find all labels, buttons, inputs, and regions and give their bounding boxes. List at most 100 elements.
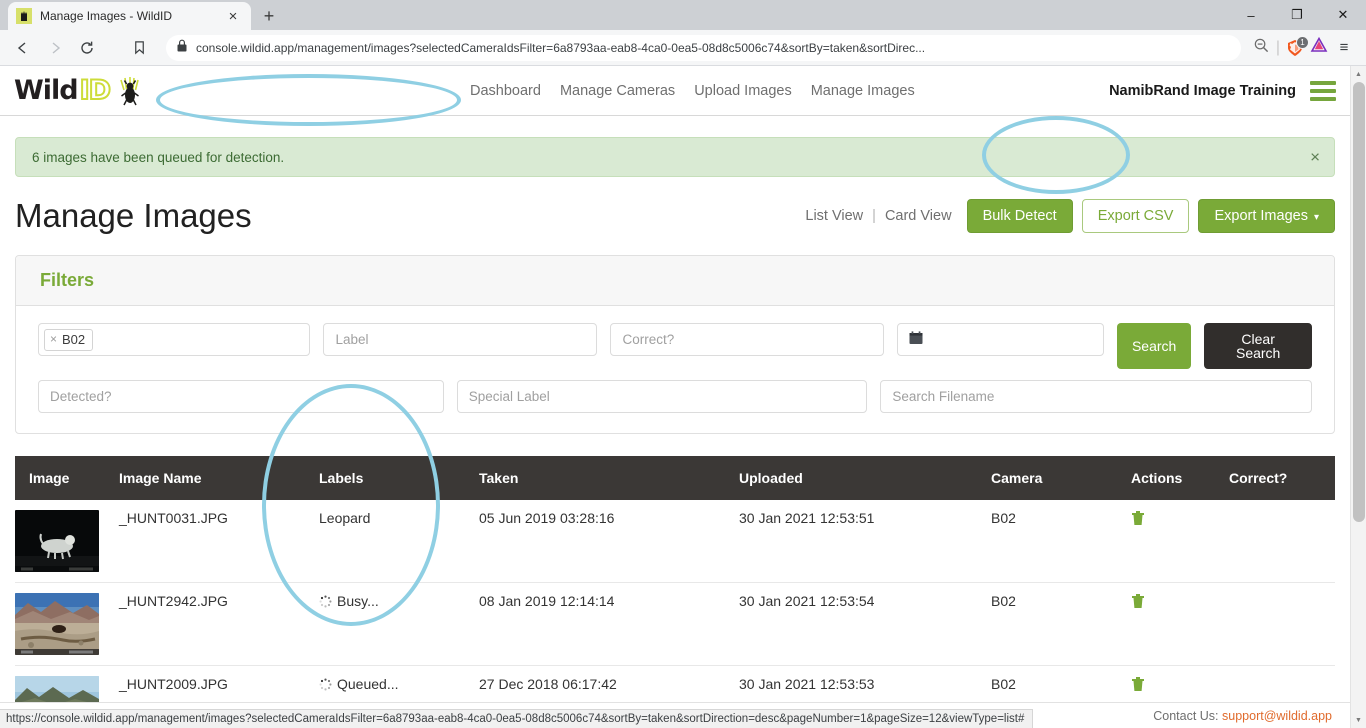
remove-tag-icon[interactable]: ×	[50, 332, 57, 346]
card-view-link[interactable]: Card View	[885, 208, 952, 224]
new-tab-button[interactable]: +	[259, 6, 279, 26]
col-actions: Actions	[1121, 456, 1219, 500]
organization-name: NamibRand Image Training	[1109, 83, 1296, 99]
col-camera[interactable]: Camera	[981, 456, 1121, 500]
view-toggle: List View | Card View	[805, 208, 951, 224]
page-viewport: Wild ID Dashboard Manage Cameras Upload …	[0, 66, 1366, 728]
back-icon[interactable]	[8, 34, 38, 62]
nav-manage-cameras[interactable]: Manage Cameras	[560, 83, 675, 99]
filters-row-2: Detected? Special Label Search Filename	[38, 380, 1312, 413]
col-labels[interactable]: Labels	[309, 456, 469, 500]
scroll-up-arrow-icon[interactable]: ▲	[1351, 66, 1366, 82]
wildid-favicon	[16, 8, 32, 24]
date-filter-input[interactable]	[897, 323, 1104, 356]
search-button[interactable]: Search	[1116, 323, 1192, 369]
logo-id-text: ID	[79, 74, 113, 107]
cell-label-text: Busy...	[337, 593, 379, 609]
browser-menu-icon[interactable]: ≡	[1330, 34, 1358, 62]
browser-window: Manage Images - WildID × + – ❐ ✕ console…	[0, 0, 1366, 728]
correct-filter-placeholder: Correct?	[622, 332, 675, 347]
cell-uploaded: 30 Jan 2021 12:53:54	[729, 582, 981, 666]
clear-search-button[interactable]: Clear Search	[1204, 323, 1312, 369]
cell-label-text: Queued...	[337, 676, 399, 692]
spinner-icon	[319, 678, 332, 691]
detected-filter-input[interactable]: Detected?	[38, 380, 444, 413]
wildid-logo[interactable]: Wild ID	[14, 74, 147, 108]
minimize-button[interactable]: –	[1228, 0, 1274, 30]
cell-image-name[interactable]: _HUNT2942.JPG	[109, 582, 309, 666]
bookmark-icon[interactable]	[124, 34, 154, 62]
logo-wild-text: Wild	[14, 75, 79, 106]
scrollbar-thumb[interactable]	[1353, 82, 1365, 522]
cell-camera: B02	[981, 582, 1121, 666]
scroll-down-arrow-icon[interactable]: ▼	[1351, 712, 1366, 728]
cell-label: Busy...	[309, 582, 469, 666]
url-bar[interactable]: console.wildid.app/management/images?sel…	[166, 34, 1241, 61]
tab-close-icon[interactable]: ×	[223, 6, 243, 26]
browser-tab[interactable]: Manage Images - WildID ×	[8, 2, 251, 30]
alert-message: 6 images have been queued for detection.	[32, 149, 285, 165]
cell-camera: B02	[981, 500, 1121, 583]
hamburger-menu-icon[interactable]	[1310, 81, 1336, 101]
cell-correct	[1219, 582, 1335, 666]
main-navigation: Dashboard Manage Cameras Upload Images M…	[470, 66, 915, 116]
cell-actions	[1121, 582, 1219, 666]
reload-icon[interactable]	[72, 34, 102, 62]
trash-icon[interactable]	[1131, 677, 1145, 696]
thumbnail-night-leopard[interactable]	[15, 510, 99, 572]
trash-icon[interactable]	[1131, 594, 1145, 613]
camera-filter-input[interactable]: × B02	[38, 323, 311, 356]
lock-icon	[176, 39, 188, 57]
shield-count-badge: 1	[1296, 35, 1309, 49]
images-table-header-row: Image Image Name Labels Taken Uploaded C…	[15, 456, 1335, 500]
nav-dashboard[interactable]: Dashboard	[470, 83, 541, 99]
thumbnail-desert-rocks[interactable]	[15, 593, 99, 655]
images-table: Image Image Name Labels Taken Uploaded C…	[15, 456, 1335, 728]
browser-toolbar: console.wildid.app/management/images?sel…	[0, 30, 1366, 66]
cell-image	[15, 500, 109, 583]
alert-banner: 6 images have been queued for detection.…	[15, 137, 1335, 177]
support-email-link[interactable]: support@wildid.app	[1222, 709, 1332, 723]
header-right: NamibRand Image Training	[1109, 66, 1336, 116]
special-label-filter-input[interactable]: Special Label	[456, 380, 868, 413]
forward-icon[interactable]	[40, 34, 70, 62]
correct-filter-input[interactable]: Correct?	[610, 323, 885, 356]
cell-label: Leopard	[309, 500, 469, 583]
nav-upload-images[interactable]: Upload Images	[694, 83, 792, 99]
close-window-button[interactable]: ✕	[1320, 0, 1366, 30]
col-correct[interactable]: Correct?	[1219, 456, 1335, 500]
col-image-name[interactable]: Image Name	[109, 456, 309, 500]
cell-uploaded: 30 Jan 2021 12:53:51	[729, 500, 981, 583]
col-image[interactable]: Image	[15, 456, 109, 500]
trash-icon[interactable]	[1131, 511, 1145, 530]
contact-us: Contact Us: support@wildid.app	[1153, 709, 1332, 723]
export-csv-button[interactable]: Export CSV	[1081, 198, 1190, 234]
label-filter-input[interactable]: Label	[323, 323, 598, 356]
nav-manage-images[interactable]: Manage Images	[811, 83, 915, 99]
page-scrollbar[interactable]: ▲ ▼	[1350, 66, 1366, 728]
chevron-down-icon: ▾	[1313, 211, 1319, 223]
toolbar-extensions: | 1	[1253, 35, 1328, 59]
alert-close-icon[interactable]: ×	[1310, 149, 1320, 166]
col-uploaded[interactable]: Uploaded	[729, 456, 981, 500]
images-table-head: Image Image Name Labels Taken Uploaded C…	[15, 456, 1335, 500]
browser-tab-title: Manage Images - WildID	[40, 9, 173, 23]
filename-search-placeholder: Search Filename	[892, 389, 995, 404]
restore-button[interactable]: ❐	[1274, 0, 1320, 30]
cell-correct	[1219, 500, 1335, 583]
bulk-detect-button[interactable]: Bulk Detect	[966, 198, 1073, 234]
zoom-out-icon[interactable]	[1253, 37, 1270, 59]
export-images-button[interactable]: Export Images ▾	[1198, 198, 1335, 234]
col-taken[interactable]: Taken	[469, 456, 729, 500]
table-row: _HUNT2942.JPG Busy... 08 Jan 2019 12:14:…	[15, 582, 1335, 666]
filters-card-header: Filters	[16, 256, 1334, 306]
brave-shields-icon[interactable]: 1	[1286, 35, 1309, 57]
filename-search-input[interactable]: Search Filename	[880, 380, 1312, 413]
contact-us-label: Contact Us:	[1153, 708, 1219, 723]
list-view-link[interactable]: List View	[805, 208, 863, 224]
filters-row-1: × B02 Label Correct? Search Clear Search	[38, 323, 1312, 369]
brave-logo-icon[interactable]	[1310, 36, 1328, 59]
page-actions: List View | Card View Bulk Detect Export…	[805, 198, 1335, 234]
camera-filter-tag[interactable]: × B02	[44, 328, 94, 351]
cell-image-name[interactable]: _HUNT0031.JPG	[109, 500, 309, 583]
